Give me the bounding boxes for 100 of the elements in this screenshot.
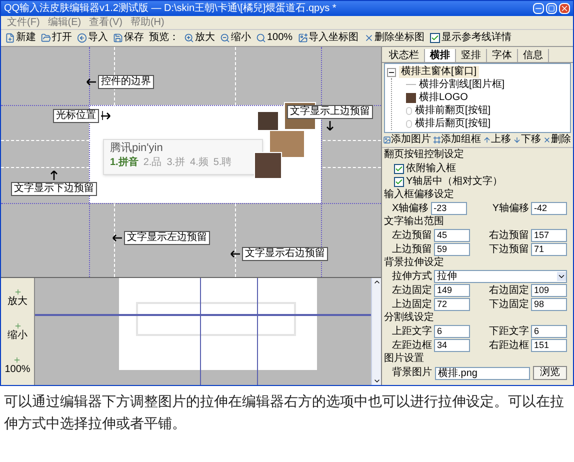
tree-item[interactable]: 横排分割线[图片框] xyxy=(419,78,505,90)
browse-button[interactable]: 浏览 xyxy=(533,366,567,380)
toolbar-button[interactable]: 下移 xyxy=(513,134,541,146)
callout-label: 文字显示右边预留 xyxy=(242,247,328,261)
arrow-icon xyxy=(50,169,58,181)
field-label: 下边预留 xyxy=(489,244,529,256)
magnifier-icon xyxy=(256,33,266,43)
field-label: 右距边框 xyxy=(489,340,529,352)
input-field[interactable]: 59 xyxy=(434,243,470,256)
zoom-out-icon xyxy=(220,33,230,43)
field-label: 背景图片 xyxy=(392,367,432,379)
dropdown[interactable]: 拉伸 xyxy=(434,270,567,283)
arrow-icon xyxy=(100,112,112,120)
folder-icon xyxy=(41,33,51,43)
tree-item[interactable]: 横排前翻页[按钮] xyxy=(415,104,491,116)
input-field[interactable]: 98 xyxy=(531,298,567,311)
input-field[interactable]: 横排.png xyxy=(435,366,530,380)
input-field[interactable]: 6 xyxy=(434,325,470,338)
tree-item[interactable]: 横排后翻页[按钮] xyxy=(415,118,491,130)
checkbox[interactable] xyxy=(430,33,440,43)
field-label: 上距文字 xyxy=(392,326,432,338)
maximize-icon[interactable] xyxy=(546,3,557,14)
menu-item[interactable]: 文件(F) xyxy=(7,16,40,29)
toolbar-button[interactable]: 添加图片 xyxy=(383,134,431,146)
tree-item[interactable]: 横排LOGO xyxy=(419,92,468,104)
tab[interactable]: 竖排 xyxy=(456,49,487,62)
image-add-icon xyxy=(298,33,308,43)
line-node-icon xyxy=(406,84,416,85)
toolbar-button[interactable]: 上移 xyxy=(483,134,511,146)
arrow-icon xyxy=(326,120,334,132)
arrow-icon xyxy=(229,250,241,258)
checkbox[interactable] xyxy=(394,176,404,186)
zoom-button[interactable]: 放大 xyxy=(8,288,28,307)
field-label: 下距文字 xyxy=(489,326,529,338)
callout-label: 文字显示上边预留 xyxy=(287,105,373,119)
field-label: 上边固定 xyxy=(392,298,432,310)
field-label: 下边固定 xyxy=(489,298,529,310)
input-field[interactable]: 45 xyxy=(434,229,470,242)
checkbox-label: 依附输入框 xyxy=(406,162,456,175)
toolbar-button[interactable]: 导入 xyxy=(77,32,108,44)
callout-label: 光标位置 xyxy=(53,109,99,123)
toolbar-button[interactable]: 放大 xyxy=(184,32,215,44)
section-title: 文字输出范围 xyxy=(384,216,445,228)
callout-label: 文字显示下边预留 xyxy=(11,182,97,196)
down-arrow-icon xyxy=(513,136,521,144)
input-field[interactable]: 109 xyxy=(531,284,567,297)
callout-label: 控件的边界 xyxy=(98,75,154,89)
scroll-down-icon[interactable] xyxy=(372,377,380,385)
input-field[interactable]: 6 xyxy=(531,325,567,338)
tab[interactable]: 信息 xyxy=(518,49,549,62)
toolbar-button[interactable]: 删除坐标图 xyxy=(364,32,425,44)
checkbox-label: 显示参考线详情 xyxy=(442,32,512,44)
input-field[interactable]: 71 xyxy=(531,243,567,256)
menu-item[interactable]: 帮助(H) xyxy=(130,16,164,29)
toolbar-button[interactable]: 删除 xyxy=(543,134,571,146)
input-field[interactable]: 151 xyxy=(531,339,567,352)
new-file-icon xyxy=(5,33,15,43)
input-field[interactable]: -23 xyxy=(430,202,467,215)
section-title: 翻页按钮控制设定 xyxy=(384,149,465,161)
minimize-icon[interactable] xyxy=(533,3,544,14)
callout-label: 文字显示左边预留 xyxy=(124,231,210,245)
tab[interactable]: 字体 xyxy=(487,49,518,62)
checkbox-label: Y轴居中（相对文字） xyxy=(406,175,503,188)
collapse-toggle[interactable] xyxy=(387,68,396,76)
plus-icon xyxy=(14,288,22,296)
arrow-icon xyxy=(85,78,97,86)
image-thumbnail xyxy=(406,92,416,102)
window-title: QQ输入法皮肤编辑器v1.2测试版 — D:\skin王朝\卡通\[橘兒]煨蛋道石.qpys * xyxy=(4,2,338,14)
menu-item[interactable]: 查看(V) xyxy=(89,16,122,29)
save-icon xyxy=(113,33,123,43)
toolbar-button[interactable]: 新建 xyxy=(5,32,36,44)
arrow-icon xyxy=(111,234,123,242)
plus-icon xyxy=(14,322,22,330)
toolbar-button[interactable]: 100% xyxy=(256,32,293,44)
zoom-button[interactable]: 100% xyxy=(4,356,30,376)
input-field[interactable]: 34 xyxy=(434,339,470,352)
menu-item[interactable]: 编辑(E) xyxy=(48,16,82,29)
field-label: X轴偏移 xyxy=(392,202,429,214)
toolbar-button[interactable]: 缩小 xyxy=(220,32,251,44)
zoom-button[interactable]: 缩小 xyxy=(8,322,28,342)
toolbar-button[interactable]: 添加组框 xyxy=(433,134,481,146)
input-field[interactable]: 72 xyxy=(434,298,470,311)
field-label: 左距边框 xyxy=(392,340,432,352)
input-field[interactable]: 149 xyxy=(434,284,470,297)
toolbar-button[interactable]: 导入坐标图 xyxy=(298,32,359,44)
candidate-item[interactable]: 1.拼音 xyxy=(110,157,138,169)
toolbar-button[interactable]: 保存 xyxy=(113,32,144,44)
close-icon[interactable] xyxy=(559,3,570,14)
input-field[interactable]: 157 xyxy=(531,229,567,242)
tree-item[interactable]: 横排主窗体[窗口] xyxy=(399,66,479,78)
toolbar-button[interactable]: 打开 xyxy=(41,32,72,44)
field-label: 左边固定 xyxy=(392,284,432,296)
field-label: 左边预留 xyxy=(392,230,432,242)
checkbox[interactable] xyxy=(394,164,404,174)
scrollbar[interactable] xyxy=(371,278,381,385)
section-title: 输入框偏移设定 xyxy=(384,189,455,201)
input-field[interactable]: -42 xyxy=(531,202,567,215)
tab[interactable]: 横排 xyxy=(425,49,456,62)
delete-icon xyxy=(364,33,374,43)
button-node-icon xyxy=(406,120,412,128)
